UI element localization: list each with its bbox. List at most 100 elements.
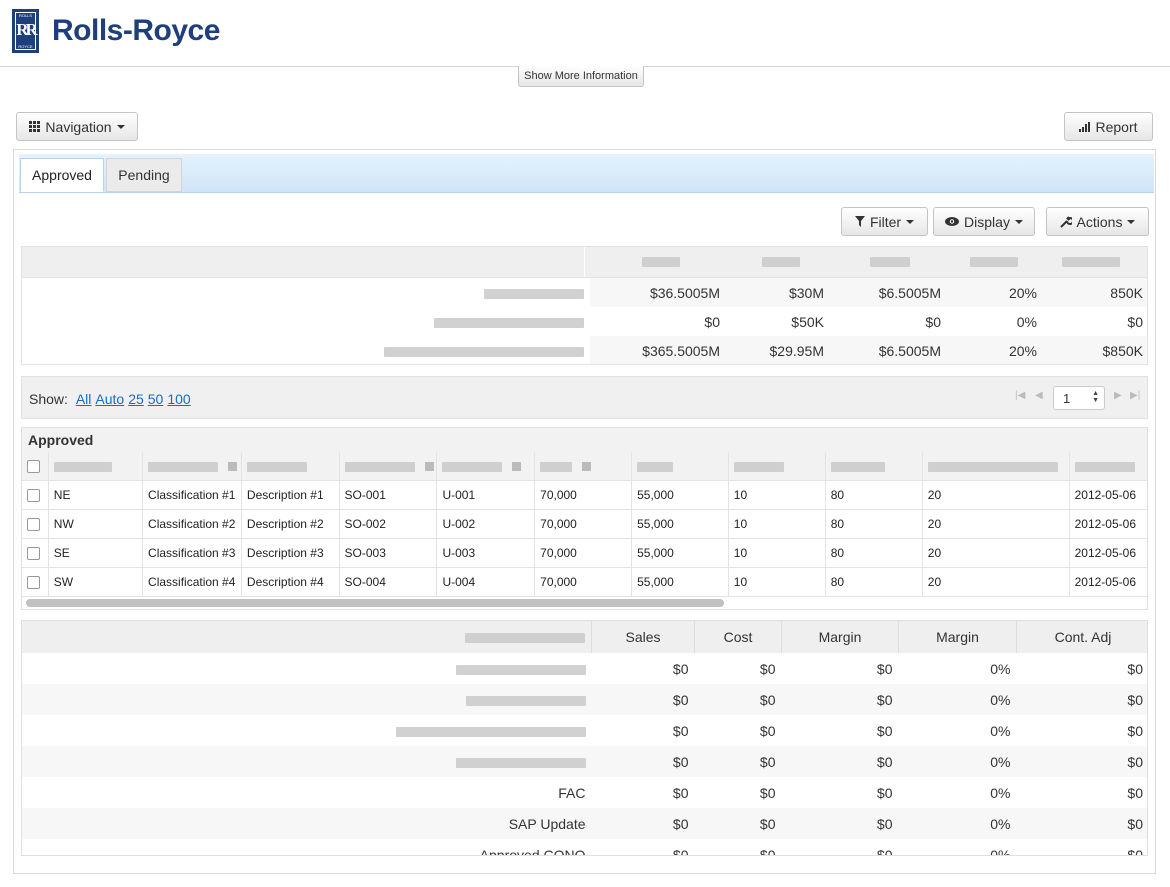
select-all-checkbox[interactable] — [27, 460, 40, 474]
cell-description: Description #2 — [241, 509, 340, 539]
caret-down-icon — [116, 124, 125, 129]
report-label: Report — [1095, 118, 1138, 135]
cell-value: 0% — [990, 660, 1011, 677]
first-page-icon[interactable]: |◀ — [1015, 390, 1025, 401]
cell-u: U-002 — [436, 509, 536, 539]
page-number-input[interactable]: 1 ▲ ▼ — [1053, 386, 1105, 410]
row-label: Approved CONQ — [479, 846, 586, 856]
row-label: SAP Update — [22, 808, 592, 839]
show-100-link[interactable]: 100 — [167, 391, 190, 407]
horizontal-scrollbar[interactable] — [26, 599, 724, 607]
cell-so: SO-002 — [339, 509, 438, 539]
cell-value: $0 — [876, 784, 893, 801]
sort-icon[interactable] — [512, 462, 522, 472]
summary-value: 0% — [1016, 313, 1037, 330]
cell-value: $0 — [876, 660, 893, 677]
column-header[interactable] — [1074, 461, 1135, 472]
brand-name: Rolls-Royce — [52, 14, 220, 47]
cell-value: $0 — [759, 784, 776, 801]
prev-page-icon[interactable]: ◀ — [1035, 390, 1043, 401]
cell-u: U-001 — [436, 480, 536, 510]
cell-value: $0 — [591, 746, 695, 777]
totals-row: $0 $0 $0 0% $0 — [22, 684, 1147, 715]
cell-value: $0 — [672, 846, 689, 856]
table-row[interactable]: SE Classification #3 Description #3 SO-0… — [22, 538, 1147, 568]
show-50-link[interactable]: 50 — [148, 391, 164, 407]
row-checkbox[interactable] — [27, 518, 40, 532]
column-header[interactable] — [246, 461, 307, 472]
last-page-icon[interactable]: ▶| — [1130, 390, 1140, 401]
caret-down-icon — [1014, 219, 1023, 224]
totals-row: $0 $0 $0 0% $0 — [22, 746, 1147, 777]
cell-value: $0 — [781, 808, 899, 839]
show-more-information-button[interactable]: Show More Information — [518, 66, 644, 87]
column-header[interactable] — [53, 461, 112, 472]
cell-value: 0% — [990, 722, 1011, 739]
cell-region: NW — [48, 509, 144, 539]
cell-region: SW — [48, 567, 144, 597]
spinner-icon[interactable]: ▲ ▼ — [1092, 390, 1099, 404]
row-checkbox[interactable] — [27, 489, 40, 503]
cell-value: 70,000 — [534, 567, 633, 597]
cell-value: 0% — [990, 784, 1011, 801]
cell-value: $0 — [694, 684, 782, 715]
cell-value: $0 — [591, 808, 695, 839]
totals-row: $0 $0 $0 0% $0 — [22, 715, 1147, 746]
approved-grid: Approved NE Classification #1 Descriptio… — [21, 427, 1148, 610]
row-checkbox[interactable] — [27, 547, 40, 561]
summary-value: $365.5005M — [590, 336, 726, 364]
column-header[interactable] — [733, 461, 784, 472]
column-header[interactable] — [148, 461, 219, 472]
cell-value: 10 — [728, 538, 826, 568]
cell-date: 2012-05-06 — [1069, 567, 1147, 597]
sort-icon[interactable] — [424, 462, 434, 472]
column-header[interactable] — [344, 461, 415, 472]
column-header[interactable] — [442, 461, 503, 472]
table-row[interactable]: NE Classification #1 Description #1 SO-0… — [22, 480, 1147, 510]
bar-chart-icon — [1079, 121, 1091, 132]
sort-icon[interactable] — [228, 462, 238, 472]
sort-icon[interactable] — [582, 462, 592, 472]
show-auto-link[interactable]: Auto — [95, 391, 124, 407]
show-25-link[interactable]: 25 — [128, 391, 144, 407]
column-header[interactable] — [927, 461, 1058, 472]
cell-value: 80 — [825, 567, 923, 597]
row-checkbox[interactable] — [27, 576, 40, 590]
cell-so: SO-004 — [339, 567, 438, 597]
pager-bar: Show: All Auto 25 50 100 |◀ ◀ 1 ▲ ▼ ▶ ▶| — [21, 376, 1148, 419]
cell-value: 70,000 — [534, 509, 633, 539]
funnel-icon — [854, 216, 865, 227]
summary-value: $0 — [704, 313, 720, 330]
column-header: Margin — [781, 621, 899, 653]
column-header[interactable] — [830, 461, 885, 472]
table-row[interactable]: SW Classification #4 Description #4 SO-0… — [22, 567, 1147, 597]
cell-classification: Classification #4 — [142, 567, 242, 597]
show-all-link[interactable]: All — [76, 391, 92, 407]
column-header[interactable] — [637, 461, 674, 472]
cell-value: 55,000 — [631, 538, 729, 568]
column-header[interactable] — [540, 461, 573, 472]
cell-value: 80 — [825, 509, 923, 539]
cell-value: $0 — [876, 722, 893, 739]
filter-label: Filter — [869, 213, 902, 230]
tab-approved[interactable]: Approved — [20, 158, 104, 192]
report-button[interactable]: Report — [1064, 112, 1153, 141]
actions-button[interactable]: Actions — [1046, 207, 1149, 236]
next-page-icon[interactable]: ▶ — [1114, 390, 1122, 401]
cell-classification: Classification #3 — [142, 538, 242, 568]
cell-value: $0 — [672, 784, 689, 801]
summary-value: $50K — [791, 313, 824, 330]
cell-value: $0 — [781, 684, 899, 715]
cell-date: 2012-05-06 — [1069, 509, 1147, 539]
filter-button[interactable]: Filter — [841, 207, 928, 236]
cell-value: $0 — [694, 808, 782, 839]
caret-down-icon — [1127, 219, 1136, 224]
totals-row: Approved CONQ $0 $0 $0 0% $0 — [22, 839, 1147, 856]
display-button[interactable]: Display — [933, 207, 1035, 236]
tab-pending[interactable]: Pending — [106, 158, 182, 192]
cell-value: $0 — [1016, 808, 1147, 839]
cell-value: $0 — [781, 746, 899, 777]
table-row[interactable]: NW Classification #2 Description #2 SO-0… — [22, 509, 1147, 539]
column-header: Sales — [591, 621, 695, 653]
navigation-button[interactable]: Navigation — [16, 112, 138, 141]
